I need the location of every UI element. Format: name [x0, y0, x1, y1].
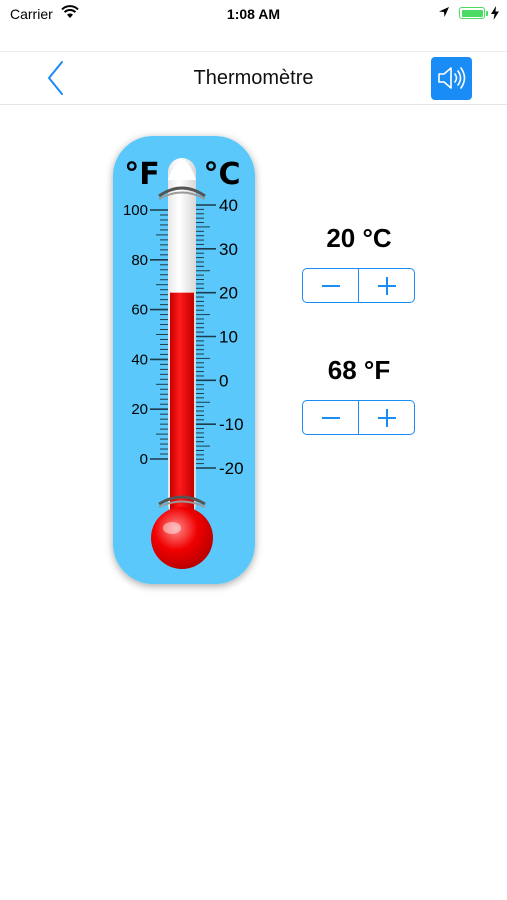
celsius-decrement-button[interactable]: [303, 269, 358, 302]
status-bar: Carrier 1:08 AM: [0, 0, 507, 28]
fahrenheit-tick-label: 20: [131, 401, 148, 418]
plus-icon: [377, 408, 396, 427]
celsius-tick-label: 30: [219, 240, 238, 259]
plus-icon: [377, 276, 396, 295]
sound-button[interactable]: [431, 57, 472, 100]
celsius-tick-label: 0: [219, 371, 228, 390]
fahrenheit-stepper[interactable]: [302, 400, 415, 435]
minus-icon: [321, 284, 340, 287]
thermometer: °F °C 100 80 60 40 20 0 40 30 20 10 0 -10 -20: [98, 130, 268, 605]
celsius-unit-label: °C: [203, 157, 240, 192]
celsius-tick-label: 40: [219, 196, 238, 215]
fahrenheit-unit-label: °F: [124, 157, 160, 192]
celsius-tick-label: 20: [219, 284, 238, 303]
fahrenheit-decrement-button[interactable]: [303, 401, 358, 434]
fahrenheit-value: 68 °F: [327, 355, 391, 385]
celsius-increment-button[interactable]: [358, 269, 414, 302]
celsius-tick-label: -10: [219, 415, 244, 434]
fahrenheit-tick-label: 40: [131, 351, 148, 368]
location-arrow-icon: [439, 7, 449, 17]
navigation-bar: Thermomètre: [0, 51, 507, 105]
fahrenheit-tick-label: 60: [131, 302, 148, 319]
mercury-column: [170, 292, 194, 525]
fahrenheit-tick-label: 100: [123, 202, 148, 219]
celsius-tick-label: -20: [219, 459, 244, 478]
fahrenheit-tick-label: 80: [131, 252, 148, 269]
battery-icon: [459, 7, 485, 19]
speaker-icon: [438, 67, 466, 89]
celsius-tick-label: 10: [219, 328, 238, 347]
minus-icon: [321, 416, 340, 419]
fahrenheit-increment-button[interactable]: [358, 401, 414, 434]
battery-cap: [486, 11, 488, 16]
celsius-value: 20 °C: [326, 223, 392, 253]
charging-bolt-icon: [491, 6, 499, 20]
thermometer-bulb: [151, 507, 213, 569]
fahrenheit-tick-label: 0: [140, 451, 148, 468]
celsius-stepper[interactable]: [302, 268, 415, 303]
status-time: 1:08 AM: [226, 6, 281, 22]
